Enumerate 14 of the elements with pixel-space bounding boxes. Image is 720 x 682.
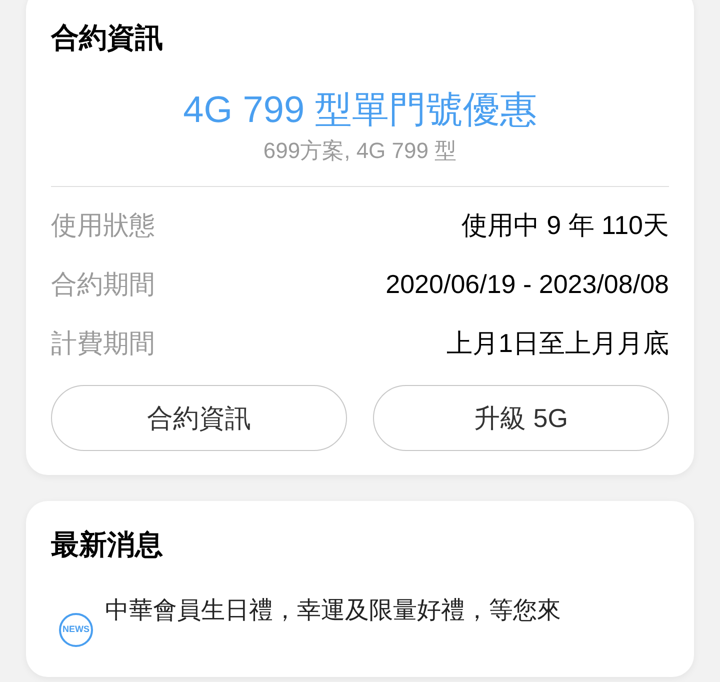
plan-name: 4G 799 型單門號優惠 [182,88,538,132]
row-value: 2020/06/19 - 2023/08/08 [386,268,669,300]
row-label: 計費期間 [51,326,155,360]
card-title: 最新消息 [51,528,164,562]
news-badge: NEWS [59,613,93,647]
action-button[interactable]: 升級 5G [373,385,669,451]
row-label: 使用狀態 [51,208,155,242]
news-headline[interactable]: 中華會員生日禮，幸運及限量好禮，等您來 [105,595,561,627]
row-value: 上月1日至上月月底 [446,326,669,360]
row-label: 合約期間 [51,268,155,300]
row-value: 使用中 9 年 110天 [461,208,669,242]
action-button[interactable]: 合約資訊 [51,385,347,451]
card-title: 合約資訊 [51,21,164,55]
plan-detail: 699方案, 4G 799 型 [262,137,458,165]
